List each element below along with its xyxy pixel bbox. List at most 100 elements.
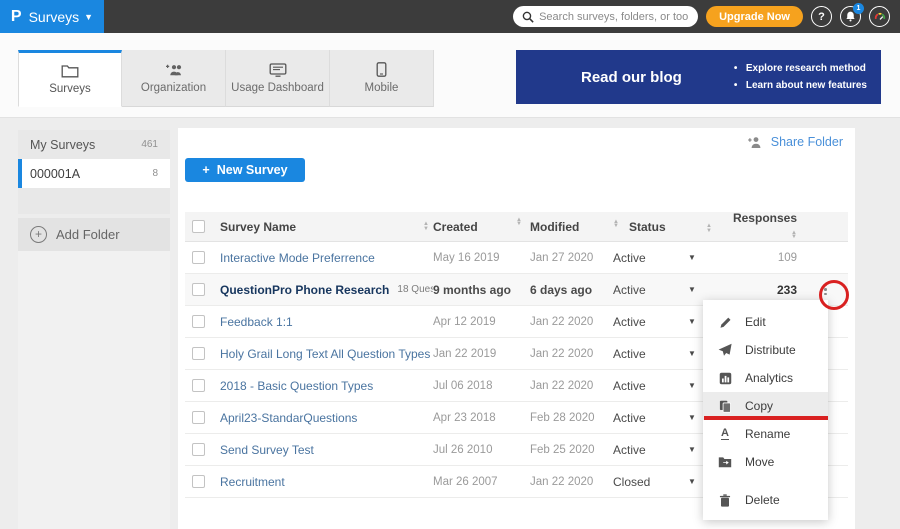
row-checkbox[interactable] (192, 251, 205, 264)
select-all-checkbox[interactable] (192, 220, 205, 233)
survey-name-link[interactable]: 2018 - Basic Question Types (220, 379, 373, 393)
status-dropdown-caret[interactable]: ▼ (688, 253, 728, 262)
sidebar-item-000001A[interactable]: 000001A 8 (18, 159, 170, 188)
new-survey-label: New Survey (217, 163, 288, 177)
row-checkbox[interactable] (192, 475, 205, 488)
menu-item-move[interactable]: Move (703, 448, 828, 476)
row-checkbox[interactable] (192, 443, 205, 456)
menu-item-rename[interactable]: A Rename (703, 420, 828, 448)
pencil-icon (718, 315, 732, 329)
menu-item-analytics[interactable]: Analytics (703, 364, 828, 392)
gauge-icon (873, 10, 887, 24)
survey-name-link[interactable]: Holy Grail Long Text All Question Types (220, 347, 430, 361)
notification-badge: 1 (853, 3, 864, 14)
tab-surveys[interactable]: Surveys (18, 50, 122, 107)
row-checkbox[interactable] (192, 315, 205, 328)
tab-organization[interactable]: Organization (122, 50, 226, 107)
sort-icon[interactable] (791, 231, 797, 240)
product-name: Surveys (29, 9, 80, 25)
product-switcher[interactable]: P Surveys ▼ (0, 0, 104, 33)
column-header-created[interactable]: Created (433, 220, 478, 234)
sidebar-spacer (18, 188, 170, 214)
share-folder-link[interactable]: Share Folder (747, 135, 843, 149)
menu-item-delete[interactable]: Delete (703, 486, 828, 514)
plus-circle-icon: + (30, 226, 47, 243)
move-folder-icon (718, 455, 732, 469)
status-cell: Active (613, 251, 688, 265)
tab-usage-dashboard[interactable]: Usage Dashboard (226, 50, 330, 107)
column-header-modified[interactable]: Modified (530, 220, 579, 234)
search-icon (522, 11, 534, 23)
menu-item-label: Rename (745, 427, 790, 441)
modified-cell: Jan 22 2020 (530, 380, 613, 392)
new-survey-button[interactable]: + New Survey (185, 158, 305, 182)
modified-cell: Feb 28 2020 (530, 412, 613, 424)
menu-item-label: Edit (745, 315, 766, 329)
tab-label: Surveys (49, 83, 91, 95)
column-header-status[interactable]: Status (629, 220, 666, 234)
modified-cell: 6 days ago (530, 283, 613, 297)
menu-item-edit[interactable]: Edit (703, 308, 828, 336)
created-cell: Mar 26 2007 (433, 476, 530, 488)
upgrade-now-button[interactable]: Upgrade Now (706, 6, 803, 27)
main-tabs: Surveys Organization Usage Dashboard Mob… (18, 50, 434, 107)
status-dropdown-caret[interactable]: ▼ (688, 285, 728, 294)
row-checkbox[interactable] (192, 347, 205, 360)
dashboard-icon (269, 63, 287, 77)
row-checkbox[interactable] (192, 379, 205, 392)
sort-icon[interactable] (516, 218, 522, 227)
sidebar-item-my-surveys[interactable]: My Surveys 461 (18, 130, 170, 159)
tab-label: Organization (141, 82, 206, 94)
chevron-down-icon: ▼ (84, 12, 93, 22)
share-person-icon (747, 136, 764, 149)
modified-cell: Jan 22 2020 (530, 348, 613, 360)
search-input[interactable] (539, 11, 689, 23)
menu-item-distribute[interactable]: Distribute (703, 336, 828, 364)
banner-bullet: Learn about new features (734, 77, 867, 94)
tab-label: Usage Dashboard (231, 82, 324, 94)
status-cell: Active (613, 347, 688, 361)
notifications-button[interactable]: 1 (840, 6, 861, 27)
tab-mobile[interactable]: Mobile (330, 50, 434, 107)
modified-cell: Feb 25 2020 (530, 444, 613, 456)
question-count-badge: 18 Questions (397, 284, 433, 295)
add-folder-label: Add Folder (56, 227, 120, 242)
row-actions-menu: Edit Distribute Analytics Copy A Rename … (703, 300, 828, 520)
survey-name-link[interactable]: Recruitment (220, 475, 285, 489)
survey-name-link[interactable]: QuestionPro Phone Research (220, 283, 389, 297)
survey-name-link[interactable]: Feedback 1:1 (220, 315, 293, 329)
row-checkbox[interactable] (192, 411, 205, 424)
column-header-survey-name[interactable]: Survey Name (220, 220, 296, 234)
blog-banner[interactable]: Read our blog Explore research method Le… (516, 50, 881, 104)
created-cell: May 16 2019 (433, 252, 530, 264)
banner-bullet-list: Explore research method Learn about new … (734, 60, 867, 94)
mobile-icon (376, 62, 387, 77)
rename-icon: A (718, 427, 732, 441)
column-header-responses[interactable]: Responses (733, 211, 797, 225)
sort-icon[interactable] (613, 220, 619, 234)
survey-name-link[interactable]: Send Survey Test (220, 443, 314, 457)
created-cell: Jan 22 2019 (433, 348, 530, 360)
add-folder-button[interactable]: + Add Folder (18, 218, 170, 251)
created-cell: 9 months ago (433, 283, 530, 297)
plus-icon: + (202, 163, 209, 177)
responses-cell: 109 (728, 252, 803, 264)
sort-icon[interactable] (706, 224, 712, 233)
tab-label: Mobile (365, 82, 399, 94)
survey-name-link[interactable]: April23-StandarQuestions (220, 411, 357, 425)
topbar: P Surveys ▼ Upgrade Now ? 1 (0, 0, 900, 33)
menu-item-label: Analytics (745, 371, 793, 385)
add-people-icon (164, 63, 184, 77)
created-cell: Apr 23 2018 (433, 412, 530, 424)
sort-icon[interactable] (423, 222, 429, 231)
row-checkbox[interactable] (192, 283, 205, 296)
usage-meter-button[interactable] (869, 6, 890, 27)
menu-item-copy[interactable]: Copy (703, 392, 828, 420)
survey-name-link[interactable]: Interactive Mode Preferrence (220, 251, 375, 265)
row-actions-kebab[interactable] (820, 280, 831, 300)
modified-cell: Jan 22 2020 (530, 476, 613, 488)
paper-plane-icon (718, 343, 732, 357)
help-button[interactable]: ? (811, 6, 832, 27)
status-cell: Active (613, 443, 688, 457)
folders-sidebar: My Surveys 461 000001A 8 + Add Folder (18, 130, 170, 529)
